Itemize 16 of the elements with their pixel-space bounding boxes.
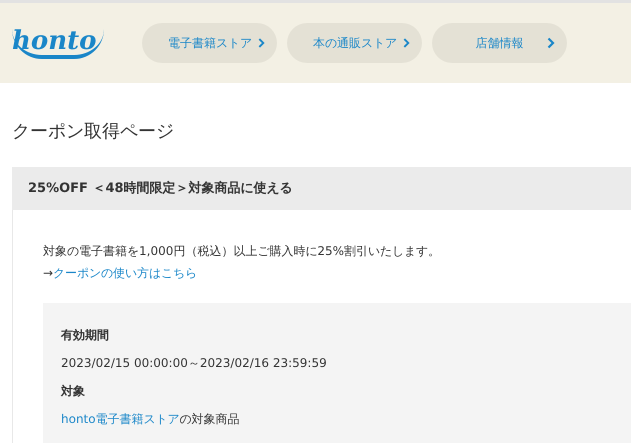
coupon-description: 対象の電子書籍を1,000円（税込）以上ご購入時に25%割引いたします。	[43, 243, 442, 260]
chevron-right-icon	[403, 37, 410, 49]
detail-value: 2023/02/15 00:00:00～2023/02/16 23:59:59	[61, 355, 328, 372]
nav-button[interactable]: 本の通販ストア	[287, 23, 422, 63]
nav-button[interactable]: 電子書籍ストア	[142, 23, 277, 63]
nav-button[interactable]: 店舗情報	[432, 23, 567, 63]
coupon-title: 25%OFF ＜48時間限定＞対象商品に使える	[12, 167, 631, 210]
arrow-text: →	[43, 266, 54, 280]
usage-link[interactable]: クーポンの使い方はこちら	[53, 266, 198, 280]
detail-label: 対象	[61, 383, 86, 400]
chevron-right-icon	[258, 37, 265, 49]
detail-value: honto電子書籍ストアの対象商品	[61, 411, 241, 428]
chevron-right-icon	[547, 37, 555, 49]
store-link[interactable]: honto電子書籍ストア	[61, 412, 180, 426]
detail-label: 有効期間	[61, 327, 110, 344]
page-title: クーポン取得ページ	[12, 120, 175, 144]
